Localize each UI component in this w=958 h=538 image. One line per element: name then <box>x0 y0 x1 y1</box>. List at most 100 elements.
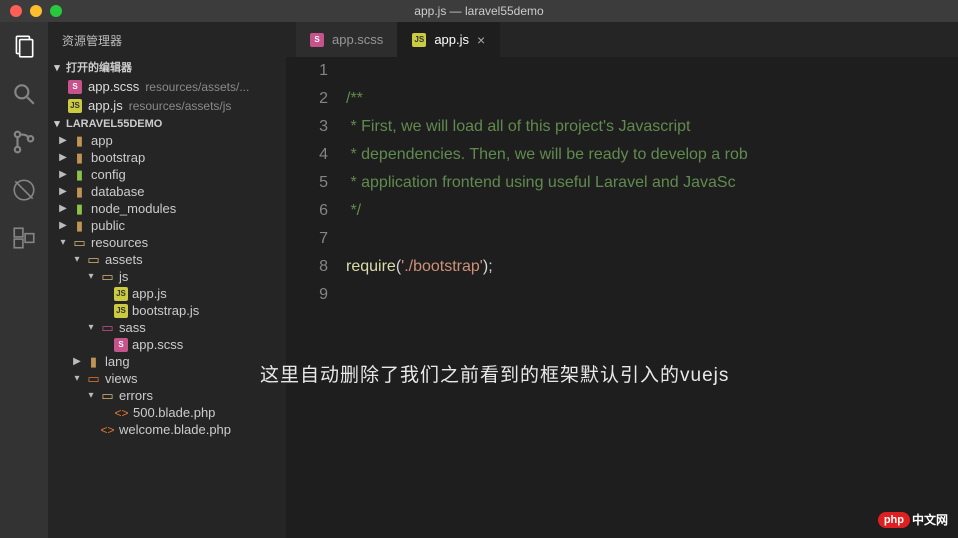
folder-icon: ▮ <box>72 150 87 165</box>
tree-row[interactable]: ▾ ▭ views <box>48 370 286 387</box>
annotation-text: 这里自动删除了我们之前看到的框架默认引入的vuejs <box>260 360 729 387</box>
tree-row[interactable]: ▾▭resources <box>48 234 286 251</box>
scss-icon: S <box>68 80 82 94</box>
tree-row[interactable]: ▾▭errors <box>48 387 286 404</box>
js-icon: JS <box>114 304 128 318</box>
tree-arrow-icon: ▾ <box>86 271 96 282</box>
tree-label: app.js <box>132 286 167 301</box>
tree-arrow-icon: ▾ <box>58 237 68 248</box>
open-editors-label: 打开的编辑器 <box>66 59 132 75</box>
tree-arrow-icon: ▶ <box>72 356 82 367</box>
folder-icon: ▮ <box>72 133 87 148</box>
close-icon[interactable]: × <box>477 32 485 48</box>
tree-label: js <box>119 269 128 284</box>
extensions-icon[interactable] <box>10 224 38 252</box>
tree-label: bootstrap.js <box>132 303 199 318</box>
tab-label: app.scss <box>332 32 383 47</box>
tree-label: 500.blade.php <box>133 405 215 420</box>
tree-label: bootstrap <box>91 150 145 165</box>
watermark-text: 中文网 <box>912 511 948 528</box>
file-path: resources/assets/... <box>145 80 249 94</box>
window-title: app.js — laravel55demo <box>0 4 958 18</box>
tree-row[interactable]: ▶ ▮ public <box>48 217 286 234</box>
tree-row[interactable]: JS app.js <box>48 285 286 302</box>
tree-arrow-icon: ▶ <box>58 186 68 197</box>
chevron-down-icon: ▾ <box>52 61 62 74</box>
tree-arrow-icon: ▶ <box>58 135 68 146</box>
code-editor[interactable]: 123456789 /** * First, we will load all … <box>286 57 958 538</box>
close-window-icon[interactable] <box>10 5 22 17</box>
debug-icon[interactable] <box>10 176 38 204</box>
tree-label: app.scss <box>132 337 183 352</box>
line-gutter: 123456789 <box>286 57 346 538</box>
window-controls <box>10 5 62 17</box>
folder-open-icon: ▭ <box>100 269 115 284</box>
editor-area: Sapp.scss JS app.js × 123456789 /** * First… <box>286 22 958 538</box>
tab[interactable]: JS app.js × <box>398 22 500 57</box>
js-icon: JS <box>412 33 426 47</box>
tree-arrow-icon: ▶ <box>58 203 68 214</box>
file-name: app.scss <box>88 79 139 94</box>
maximize-window-icon[interactable] <box>50 5 62 17</box>
tree-row[interactable]: ▾ ▭ js <box>48 268 286 285</box>
open-editor-item[interactable]: Sapp.scss resources/assets/... <box>48 77 286 96</box>
tree-label: sass <box>119 320 146 335</box>
open-editor-item[interactable]: JSapp.jsresources/assets/js <box>48 96 286 115</box>
project-header[interactable]: ▾ LARAVEL55DEMO <box>48 115 286 132</box>
tree-row[interactable]: <> 500.blade.php <box>48 404 286 421</box>
code-lines: /** * First, we will load all of this pr… <box>346 57 958 538</box>
search-icon[interactable] <box>10 80 38 108</box>
file-path: resources/assets/js <box>129 99 232 113</box>
tree-row[interactable]: ▶▮database <box>48 183 286 200</box>
tree-row[interactable]: ▶ ▮ node_modules <box>48 200 286 217</box>
chevron-down-icon: ▾ <box>52 117 62 130</box>
folder-icon: ▮ <box>72 167 87 182</box>
folder-icon: ▮ <box>72 218 87 233</box>
folder-open-icon: ▭ <box>100 388 115 403</box>
titlebar: app.js — laravel55demo <box>0 0 958 22</box>
explorer-icon[interactable] <box>10 32 38 60</box>
scss-icon: S <box>310 33 324 47</box>
tree-row[interactable]: Sapp.scss <box>48 336 286 353</box>
tree-row[interactable]: ▾▭sass <box>48 319 286 336</box>
tree-arrow-icon: ▶ <box>58 220 68 231</box>
folder-icon: ▮ <box>86 354 101 369</box>
js-icon: JS <box>114 287 128 301</box>
js-icon: JS <box>68 99 82 113</box>
html-icon: <> <box>100 422 115 437</box>
tree-row[interactable]: ▶▮lang <box>48 353 286 370</box>
tree-arrow-icon: ▶ <box>58 169 68 180</box>
tree-row[interactable]: <> welcome.blade.php <box>48 421 286 438</box>
tree-label: welcome.blade.php <box>119 422 231 437</box>
tree-arrow-icon: ▶ <box>58 152 68 163</box>
tree-row[interactable]: JS bootstrap.js <box>48 302 286 319</box>
tree-label: resources <box>91 235 148 250</box>
open-editors-header[interactable]: ▾ 打开的编辑器 <box>48 57 286 77</box>
tree-label: node_modules <box>91 201 176 216</box>
tree-row[interactable]: ▶ ▮ config <box>48 166 286 183</box>
watermark: php 中文网 <box>878 511 948 528</box>
tree-label: app <box>91 133 113 148</box>
sidebar: 资源管理器 ▾ 打开的编辑器 Sapp.scss resources/assets… <box>48 22 286 538</box>
tab-bar: Sapp.scss JS app.js × <box>286 22 958 57</box>
tree-row[interactable]: ▶ ▮ bootstrap <box>48 149 286 166</box>
tab-label: app.js <box>434 32 469 47</box>
folder-icon: ▭ <box>100 320 115 335</box>
folder-icon: ▭ <box>86 371 101 386</box>
project-label: LARAVEL55DEMO <box>66 118 162 130</box>
folder-open-icon: ▭ <box>86 252 101 267</box>
html-icon: <> <box>114 405 129 420</box>
tree-row[interactable]: ▾▭assets <box>48 251 286 268</box>
folder-icon: ▮ <box>72 201 87 216</box>
tab[interactable]: Sapp.scss <box>296 22 398 57</box>
tree-arrow-icon: ▾ <box>86 390 96 401</box>
tree-label: views <box>105 371 138 386</box>
tree-arrow-icon: ▾ <box>72 373 82 384</box>
tree-label: config <box>91 167 126 182</box>
sidebar-title: 资源管理器 <box>48 22 286 57</box>
tree-row[interactable]: ▶ ▮ app <box>48 132 286 149</box>
watermark-badge: php <box>878 512 910 528</box>
minimize-window-icon[interactable] <box>30 5 42 17</box>
git-icon[interactable] <box>10 128 38 156</box>
tree-label: public <box>91 218 125 233</box>
